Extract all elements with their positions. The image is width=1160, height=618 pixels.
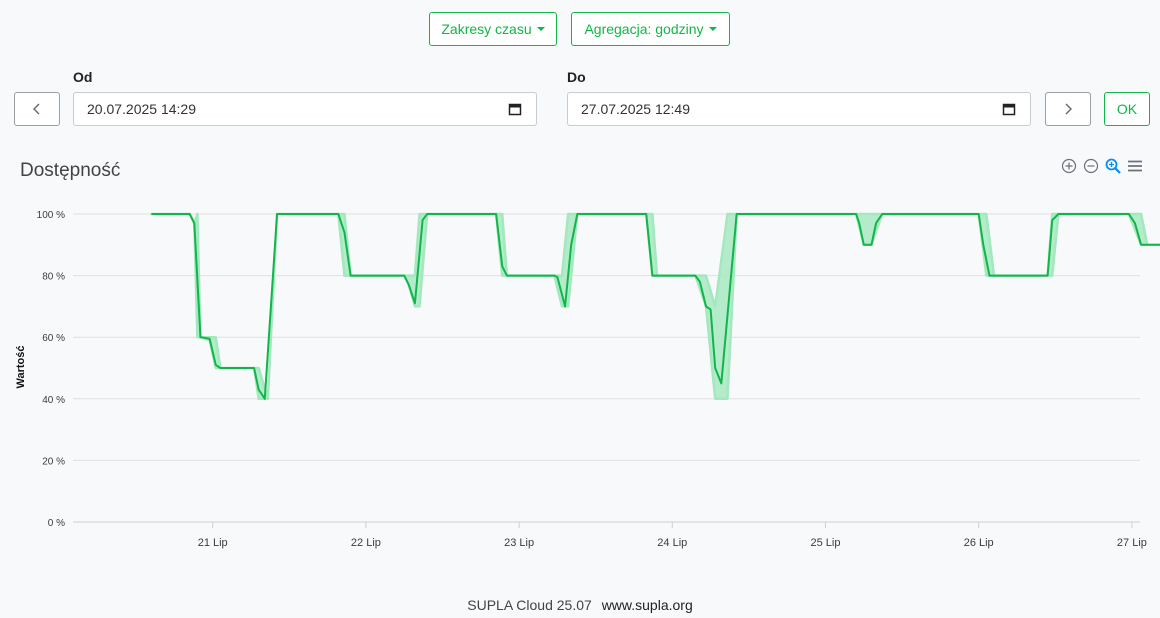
from-date-value: 20.07.2025 14:29 [87,101,196,117]
zoom-in-icon[interactable] [1060,157,1078,175]
next-range-button[interactable] [1045,92,1091,126]
range-band [150,212,1160,401]
series-line-path [151,213,1160,400]
y-axis-label: Wartość [15,346,27,389]
ok-button[interactable]: OK [1104,92,1150,126]
caret-down-icon [536,27,545,31]
x-tick-label: 24 Lip [657,537,687,549]
to-date-input[interactable]: 27.07.2025 12:49 [567,92,1031,126]
zoom-out-icon[interactable] [1082,157,1100,175]
from-date-input[interactable]: 20.07.2025 14:29 [73,92,537,126]
to-date-value: 27.07.2025 12:49 [581,101,690,117]
x-tick-label: 21 Lip [198,537,228,549]
ok-label: OK [1116,101,1138,117]
previous-range-button[interactable] [14,92,60,126]
y-tick-label: 20 % [42,456,65,467]
y-tick-label: 40 % [42,395,65,406]
x-tick-label: 23 Lip [504,537,534,549]
calendar-icon[interactable] [1002,102,1016,116]
footer: SUPLA Cloud 25.07 www.supla.org [0,597,1160,613]
time-ranges-button[interactable]: Zakresy czasu [429,12,557,46]
aggregation-button[interactable]: Agregacja: godziny [571,12,730,46]
x-tick-label: 25 Lip [811,537,841,549]
axes: 0 % 20 % 40 % 60 % 80 % 100 % 21 Lip 22 Lip 23 L… [37,210,1147,549]
availability-chart: 0 % 20 % 40 % 60 % 80 % 100 % 21 Lip 22 Lip 23 L… [15,210,1160,549]
chevron-left-icon [33,103,40,115]
y-tick-label: 60 % [42,333,65,344]
zoom-select-icon[interactable] [1104,157,1122,175]
y-tick-label: 80 % [42,272,65,283]
chart-title: Dostępność [20,160,121,181]
caret-down-icon [708,27,717,31]
y-tick-label: 100 % [37,210,65,221]
chart-menu-icon[interactable] [1126,157,1144,175]
chart-toolbar [1060,157,1144,175]
time-ranges-label: Zakresy czasu [441,21,532,37]
aggregation-label: Agregacja: godziny [584,21,704,37]
x-tick-label: 27 Lip [1117,537,1147,549]
from-label: Od [73,69,93,85]
footer-version: SUPLA Cloud 25.07 [467,597,592,613]
series-band [150,212,1160,401]
to-label: Do [567,69,586,85]
calendar-icon[interactable] [508,102,522,116]
x-tick-label: 22 Lip [351,537,381,549]
series-line [151,213,1160,400]
y-tick-label: 0 % [48,518,65,529]
chevron-right-icon [1065,103,1072,115]
footer-link[interactable]: www.supla.org [602,597,693,613]
x-tick-label: 26 Lip [964,537,994,549]
